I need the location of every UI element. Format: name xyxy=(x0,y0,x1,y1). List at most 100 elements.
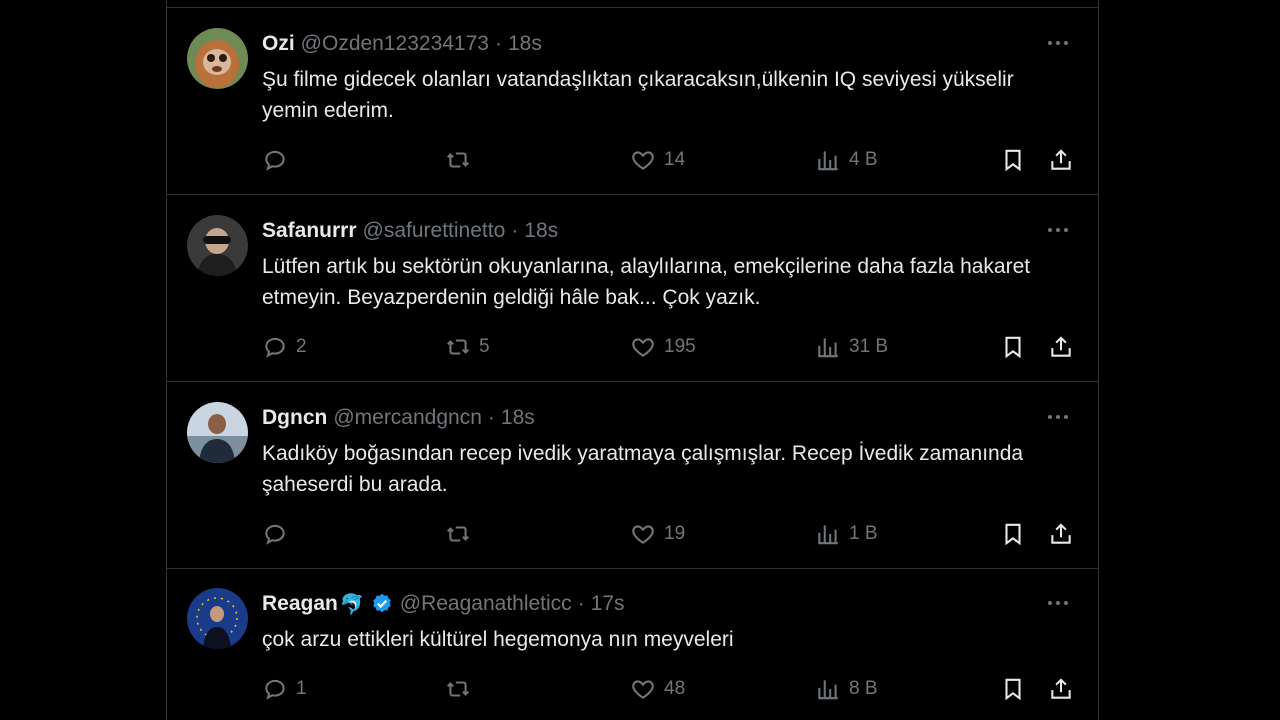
bookmark-icon xyxy=(1005,336,1021,359)
bookmark-button[interactable] xyxy=(1000,519,1026,549)
tweet-text: Şu filme gidecek olanları vatandaşlıktan… xyxy=(262,68,1014,122)
tweet-header: Reagan 🐬 @Reaganathleticc · 17s xyxy=(262,590,625,618)
retweet-icon xyxy=(446,681,470,697)
verified-badge-icon[interactable] xyxy=(370,592,394,616)
retweet-button[interactable] xyxy=(445,674,479,704)
like-button[interactable]: 14 xyxy=(630,145,685,175)
user-handle[interactable]: @safurettinetto xyxy=(363,219,506,243)
bookmark-icon xyxy=(1005,678,1021,701)
bookmark-button[interactable] xyxy=(1000,332,1026,362)
like-button[interactable]: 19 xyxy=(630,519,685,549)
timestamp[interactable]: 17s xyxy=(591,592,625,616)
tweet-header: Dgncn @mercandgncn · 18s xyxy=(262,404,535,432)
separator-dot: · xyxy=(494,32,502,55)
retweet-icon xyxy=(446,152,470,168)
more-icon[interactable] xyxy=(1044,32,1072,54)
views-count: 1 B xyxy=(849,523,878,544)
retweet-count: 5 xyxy=(479,336,490,357)
share-button[interactable] xyxy=(1048,145,1074,175)
timeline: Ozi @Ozden123234173 · 18s Şu filme gidec… xyxy=(166,0,1099,720)
like-count: 48 xyxy=(664,678,686,699)
display-name[interactable]: Dgncn xyxy=(262,406,327,430)
timestamp[interactable]: 18s xyxy=(501,406,535,430)
reply-button[interactable] xyxy=(262,145,296,175)
display-name[interactable]: Reagan xyxy=(262,592,338,616)
avatar[interactable] xyxy=(187,402,248,463)
tweet-actions: 19 1 B xyxy=(262,519,1077,549)
share-icon xyxy=(1051,336,1071,357)
user-handle[interactable]: @mercandgncn xyxy=(333,406,482,430)
bookmark-icon xyxy=(1005,523,1021,546)
like-count: 14 xyxy=(664,149,686,170)
separator-dot: · xyxy=(487,406,495,429)
views-button[interactable]: 31 B xyxy=(815,332,888,362)
reply-count: 1 xyxy=(296,678,307,699)
retweet-button[interactable] xyxy=(445,519,479,549)
user-handle[interactable]: @Reaganathleticc xyxy=(400,592,572,616)
avatar[interactable] xyxy=(187,28,248,89)
share-button[interactable] xyxy=(1048,332,1074,362)
reply-button[interactable]: 1 xyxy=(262,674,307,704)
tweet-actions: 2 5 195 31 B xyxy=(262,332,1077,362)
views-icon xyxy=(818,151,838,171)
separator-dot: · xyxy=(577,592,585,615)
like-icon xyxy=(632,680,654,699)
like-button[interactable]: 48 xyxy=(630,674,685,704)
timestamp[interactable]: 18s xyxy=(524,219,558,243)
views-count: 8 B xyxy=(849,678,878,699)
tweet-text: çok arzu ettikleri kültürel hegemonya nı… xyxy=(262,628,734,651)
tweet-actions: 14 4 B xyxy=(262,145,1077,175)
user-handle[interactable]: @Ozden123234173 xyxy=(301,32,489,56)
retweet-icon xyxy=(446,526,470,542)
like-icon xyxy=(632,151,654,170)
bookmark-icon xyxy=(1005,149,1021,172)
share-icon xyxy=(1051,678,1071,699)
avatar[interactable] xyxy=(187,588,248,649)
reply-icon xyxy=(265,337,285,358)
tweet-header: Safanurrr @safurettinetto · 18s xyxy=(262,217,558,245)
share-button[interactable] xyxy=(1048,674,1074,704)
tweet-text: Lütfen artık bu sektörün okuyanlarına, a… xyxy=(262,255,1031,309)
reply-icon xyxy=(265,524,285,545)
retweet-icon xyxy=(446,339,470,355)
tweet-card[interactable]: Ozi @Ozden123234173 · 18s Şu filme gidec… xyxy=(167,8,1098,195)
reply-count: 2 xyxy=(296,336,307,357)
display-name[interactable]: Ozi xyxy=(262,32,295,56)
share-button[interactable] xyxy=(1048,519,1074,549)
tweet-text: Kadıköy boğasından recep ivedik yaratmay… xyxy=(262,442,1024,496)
retweet-button[interactable]: 5 xyxy=(445,332,490,362)
views-icon xyxy=(818,525,838,545)
views-icon xyxy=(818,680,838,700)
like-icon xyxy=(632,338,654,357)
like-button[interactable]: 195 xyxy=(630,332,696,362)
avatar[interactable] xyxy=(187,215,248,276)
share-icon xyxy=(1051,523,1071,544)
tweet-card[interactable]: Safanurrr @safurettinetto · 18s Lütfen a… xyxy=(167,195,1098,382)
reply-button[interactable]: 2 xyxy=(262,332,307,362)
views-count: 4 B xyxy=(849,149,878,170)
views-icon xyxy=(818,338,838,358)
reply-icon xyxy=(265,679,285,700)
views-button[interactable]: 1 B xyxy=(815,519,878,549)
share-icon xyxy=(1051,149,1071,170)
bookmark-button[interactable] xyxy=(1000,674,1026,704)
tweet-card[interactable]: Reagan 🐬 @Reaganathleticc · 17s çok arzu… xyxy=(167,569,1098,720)
views-count: 31 B xyxy=(849,336,889,357)
views-button[interactable]: 4 B xyxy=(815,145,878,175)
like-count: 19 xyxy=(664,523,686,544)
display-name[interactable]: Safanurrr xyxy=(262,219,357,243)
more-icon[interactable] xyxy=(1044,406,1072,428)
timestamp[interactable]: 18s xyxy=(508,32,542,56)
more-icon[interactable] xyxy=(1044,592,1072,614)
reply-button[interactable] xyxy=(262,519,296,549)
separator-dot: · xyxy=(511,219,519,242)
more-icon[interactable] xyxy=(1044,219,1072,241)
views-button[interactable]: 8 B xyxy=(815,674,878,704)
retweet-button[interactable] xyxy=(445,145,479,175)
like-icon xyxy=(632,525,654,544)
like-count: 195 xyxy=(664,336,696,357)
reply-icon xyxy=(265,150,285,171)
tweet-card[interactable]: Dgncn @mercandgncn · 18s Kadıköy boğasın… xyxy=(167,382,1098,569)
bookmark-button[interactable] xyxy=(1000,145,1026,175)
tweet-actions: 1 48 8 B xyxy=(262,674,1077,704)
